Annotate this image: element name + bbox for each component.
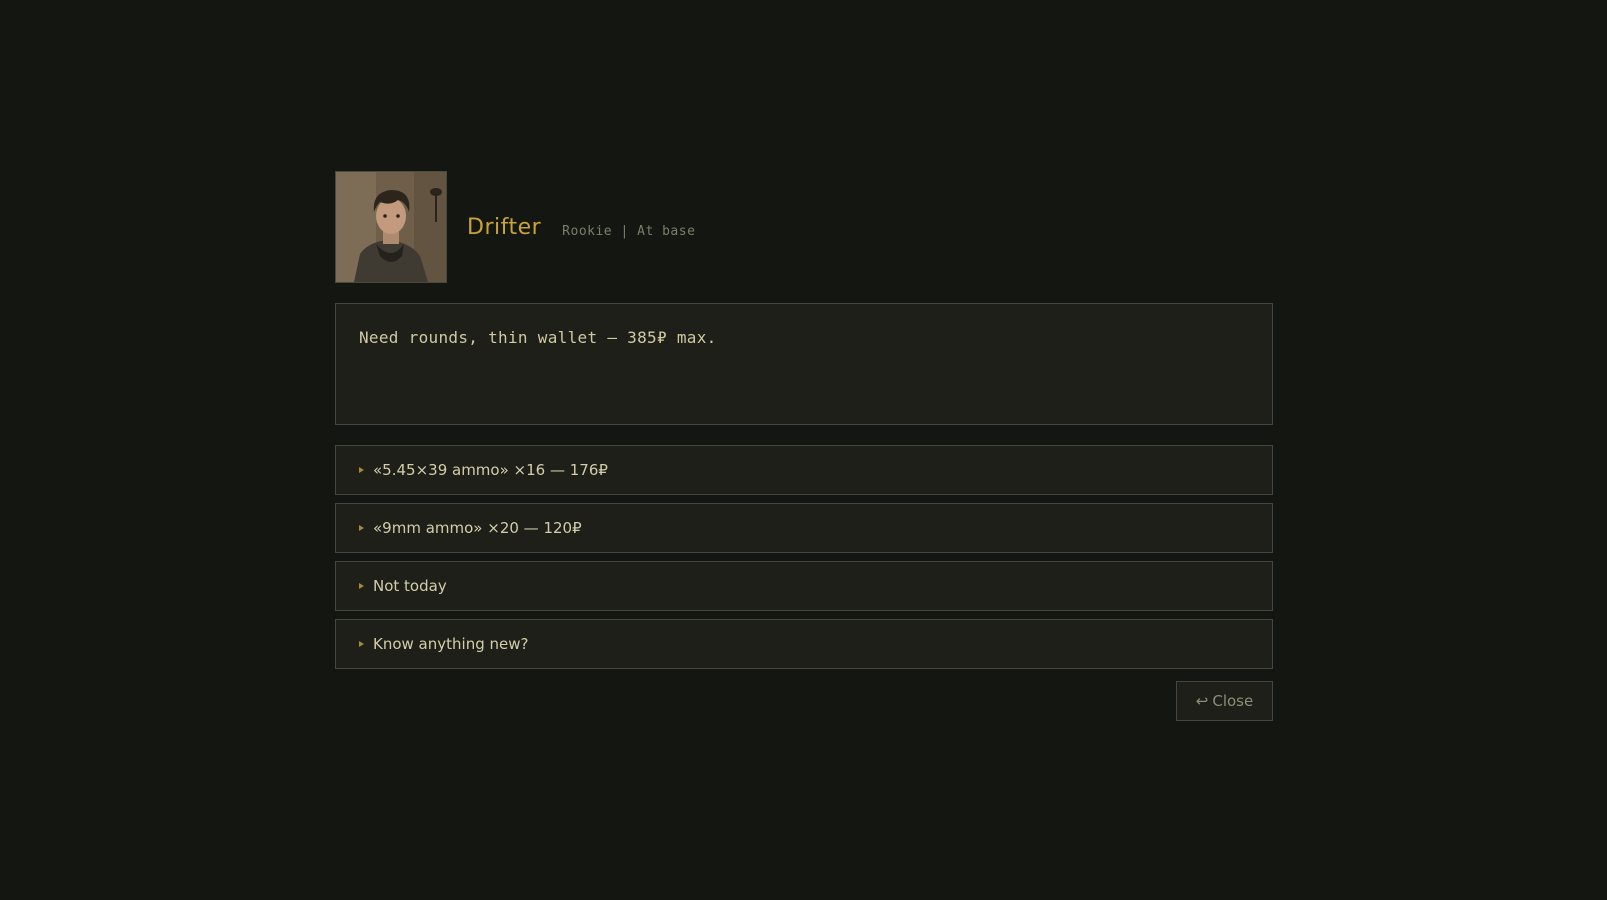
option-9mm-ammo[interactable]: «9mm ammo» ×20 — 120₽ bbox=[335, 503, 1273, 553]
npc-dialog: Drifter Rookie | At base Need rounds, th… bbox=[335, 171, 1273, 721]
close-button[interactable]: ↩ Close bbox=[1176, 681, 1273, 721]
dialog-options: «5.45×39 ammo» ×16 — 176₽ «9mm ammo» ×20… bbox=[335, 445, 1273, 669]
return-icon: ↩ bbox=[1195, 692, 1209, 710]
dialog-footer: ↩ Close bbox=[335, 681, 1273, 721]
arrow-right-icon bbox=[359, 525, 364, 531]
npc-name: Drifter bbox=[467, 214, 542, 240]
option-label: Know anything new? bbox=[373, 635, 529, 653]
npc-status: Rookie | At base bbox=[562, 223, 696, 239]
option-label: Not today bbox=[373, 577, 447, 595]
option-not-today[interactable]: Not today bbox=[335, 561, 1273, 611]
dialog-header: Drifter Rookie | At base bbox=[335, 171, 1273, 283]
character-portrait-icon bbox=[336, 172, 446, 282]
npc-speech-box: Need rounds, thin wallet — 385₽ max. bbox=[335, 303, 1273, 425]
option-label: «5.45×39 ammo» ×16 — 176₽ bbox=[373, 461, 608, 479]
arrow-right-icon bbox=[359, 467, 364, 473]
option-545-ammo[interactable]: «5.45×39 ammo» ×16 — 176₽ bbox=[335, 445, 1273, 495]
option-label: «9mm ammo» ×20 — 120₽ bbox=[373, 519, 582, 537]
npc-speech-text: Need rounds, thin wallet — 385₽ max. bbox=[359, 328, 717, 347]
arrow-right-icon bbox=[359, 583, 364, 589]
dialog-screen: Drifter Rookie | At base Need rounds, th… bbox=[0, 0, 1607, 900]
npc-portrait bbox=[335, 171, 447, 283]
option-know-anything-new[interactable]: Know anything new? bbox=[335, 619, 1273, 669]
arrow-right-icon bbox=[359, 641, 364, 647]
close-label: Close bbox=[1212, 692, 1254, 710]
